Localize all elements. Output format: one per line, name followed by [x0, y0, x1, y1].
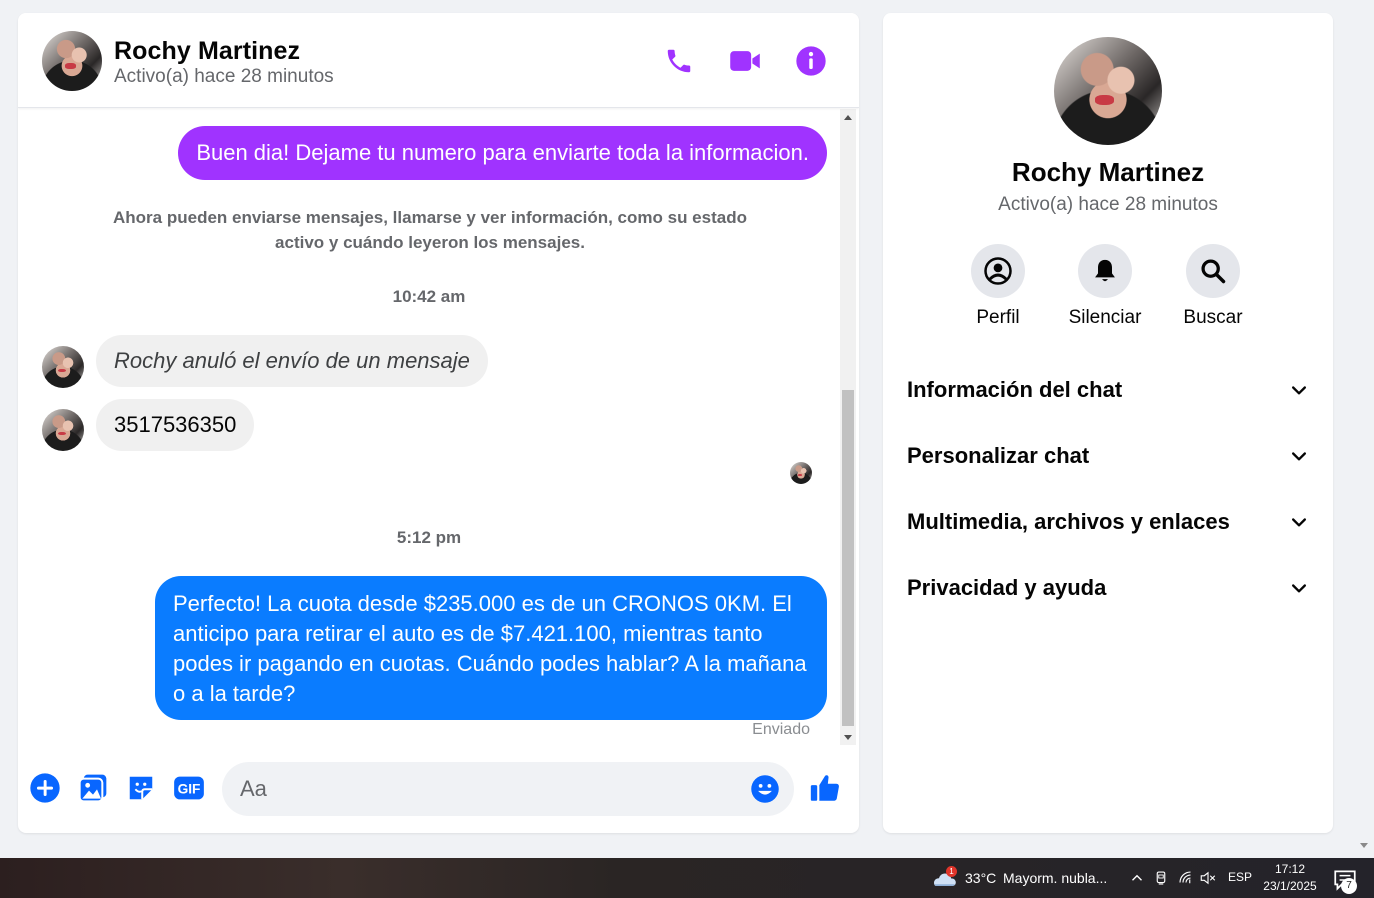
incoming-avatar[interactable] — [42, 346, 84, 388]
contact-avatar[interactable] — [42, 31, 102, 91]
notifications-count: 7 — [1341, 878, 1357, 894]
profile-name: Rochy Martinez — [1011, 157, 1205, 187]
mute-button[interactable] — [1078, 244, 1132, 298]
chevron-down-icon — [1292, 386, 1306, 395]
more-actions-button[interactable] — [28, 771, 62, 805]
windows-taskbar: 1 33°C Mayorm. nubla... ESP 17:12 23/1/2… — [0, 858, 1374, 898]
composer: GIF — [18, 753, 859, 833]
message-timestamp: 5:12 pm — [396, 528, 462, 547]
read-receipt-avatar — [790, 462, 812, 484]
profile-avatar[interactable] — [1054, 37, 1162, 145]
mute-action[interactable]: Silenciar — [1051, 244, 1159, 329]
contact-status: Activo(a) hace 28 minutos — [114, 66, 334, 87]
scroll-down-arrow[interactable] — [844, 735, 852, 740]
page-scroll-down-arrow[interactable] — [1360, 843, 1368, 848]
weather-temperature[interactable]: 33°C — [965, 870, 996, 886]
message-list[interactable]: Buen dia! Dejame tu numero para enviarte… — [18, 109, 840, 749]
profile-action[interactable]: Perfil — [944, 244, 1052, 329]
gif-button[interactable]: GIF — [172, 771, 206, 805]
chevron-up-icon[interactable] — [1128, 869, 1146, 887]
chat-header: Rochy Martinez Activo(a) hace 28 minutos — [18, 13, 859, 108]
sent-status: Enviado — [752, 721, 810, 738]
audio-call-button[interactable] — [659, 41, 699, 81]
scroll-up-arrow[interactable] — [844, 115, 852, 120]
clock-date: 23/1/2025 — [1263, 879, 1317, 893]
incoming-message-unsent[interactable]: Rochy anuló el envío de un mensaje — [96, 335, 488, 387]
search-icon — [1201, 259, 1226, 284]
sticker-icon — [129, 776, 153, 800]
action-label: Perfil — [976, 307, 1020, 328]
message-scrollbar[interactable] — [840, 109, 856, 745]
chevron-down-icon — [1292, 452, 1306, 461]
system-notice: Ahora pueden enviarse mensajes, llamarse… — [113, 208, 747, 252]
section-label: Multimedia, archivos y enlaces — [907, 509, 1230, 534]
search-action[interactable]: Buscar — [1159, 244, 1267, 329]
weather-condition[interactable]: Mayorm. nubla... — [1003, 870, 1107, 886]
incoming-avatar[interactable] — [42, 409, 84, 451]
plus-icon — [30, 773, 60, 803]
phone-icon — [667, 49, 691, 73]
volume-muted-icon[interactable] — [1199, 869, 1217, 887]
input-language[interactable]: ESP — [1228, 870, 1252, 884]
incoming-message[interactable]: 3517536350 — [96, 399, 255, 451]
emoji-button[interactable] — [750, 774, 780, 804]
chevron-down-icon — [1292, 518, 1306, 527]
section-label: Personalizar chat — [907, 443, 1090, 468]
section-chat-info[interactable]: Información del chat — [891, 362, 1325, 418]
video-call-button[interactable] — [725, 41, 765, 81]
outgoing-message[interactable]: Perfecto! La cuota desde $235.000 es de … — [155, 576, 827, 720]
weather-alert-badge: 1 — [946, 866, 957, 877]
gif-icon: GIF — [174, 776, 204, 800]
thumbs-up-icon — [810, 775, 839, 801]
search-button[interactable] — [1186, 244, 1240, 298]
profile-button[interactable] — [971, 244, 1025, 298]
section-customize-chat[interactable]: Personalizar chat — [891, 428, 1325, 484]
emoji-icon — [751, 775, 779, 803]
chevron-down-icon — [1292, 584, 1306, 593]
message-input-container — [222, 762, 794, 816]
chat-panel: Rochy Martinez Activo(a) hace 28 minutos… — [18, 13, 859, 833]
send-like-button[interactable] — [808, 771, 842, 805]
device-icon[interactable] — [1152, 869, 1170, 887]
attach-media-button[interactable] — [76, 771, 110, 805]
profile-icon — [984, 257, 1012, 285]
svg-text:GIF: GIF — [178, 782, 201, 797]
message-input[interactable] — [240, 762, 740, 816]
sticker-button[interactable] — [124, 771, 158, 805]
message-timestamp: 10:42 am — [392, 287, 466, 306]
action-label: Buscar — [1183, 307, 1243, 328]
conversation-info-panel: Rochy Martinez Activo(a) hace 28 minutos… — [883, 13, 1333, 833]
bell-icon — [1095, 259, 1115, 282]
section-media-files-links[interactable]: Multimedia, archivos y enlaces — [891, 494, 1325, 550]
info-icon — [796, 46, 826, 76]
contact-name[interactable]: Rochy Martinez — [114, 37, 300, 66]
outgoing-message[interactable]: Buen dia! Dejame tu numero para enviarte… — [178, 126, 827, 180]
section-privacy-support[interactable]: Privacidad y ayuda — [891, 560, 1325, 616]
gallery-icon — [78, 774, 107, 803]
video-camera-icon — [730, 51, 760, 71]
section-label: Privacidad y ayuda — [907, 575, 1107, 600]
clock[interactable]: 17:12 23/1/2025 — [1262, 861, 1318, 895]
network-icon[interactable] — [1177, 869, 1195, 887]
scrollbar-thumb[interactable] — [842, 390, 854, 726]
action-label: Silenciar — [1068, 307, 1142, 328]
section-label: Información del chat — [907, 377, 1123, 402]
conversation-info-button[interactable] — [791, 41, 831, 81]
profile-status: Activo(a) hace 28 minutos — [998, 194, 1218, 215]
clock-time: 17:12 — [1274, 862, 1306, 876]
